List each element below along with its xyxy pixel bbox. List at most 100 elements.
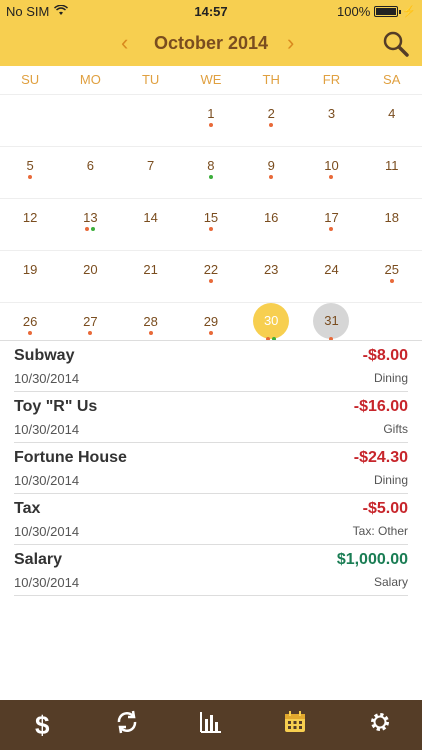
- transaction-amount: -$24.30: [353, 449, 408, 466]
- transaction-name: Salary: [14, 551, 63, 568]
- transaction-name: Subway: [14, 347, 75, 364]
- transaction-row[interactable]: Subway 10/30/2014 -$8.00 Dining: [14, 341, 408, 392]
- transaction-row[interactable]: Fortune House 10/30/2014 -$24.30 Dining: [14, 443, 408, 494]
- transaction-date: 10/30/2014: [14, 524, 80, 539]
- tab-sync[interactable]: [84, 700, 168, 750]
- weekday-label: WE: [200, 72, 222, 87]
- day-indicators: [241, 123, 301, 127]
- transaction-row[interactable]: Salary 10/30/2014 $1,000.00 Salary: [14, 545, 408, 596]
- calendar-header: ‹ October 2014 ›: [0, 22, 422, 66]
- calendar-day[interactable]: 10: [301, 147, 361, 198]
- day-number: 24: [324, 262, 339, 277]
- transaction-date: 10/30/2014: [14, 371, 80, 386]
- day-number: 30: [253, 303, 290, 339]
- day-number: 6: [86, 158, 94, 173]
- expense-dot: [269, 123, 274, 127]
- calendar-icon: [282, 709, 308, 742]
- day-indicators: [0, 175, 60, 179]
- expense-dot: [208, 279, 213, 283]
- day-indicators: [121, 331, 181, 335]
- day-indicators: [0, 331, 60, 335]
- calendar-day[interactable]: 3: [301, 95, 361, 146]
- month-title: October 2014: [153, 33, 269, 53]
- transaction-category: Gifts: [383, 422, 408, 436]
- dollar-icon: $: [34, 709, 50, 740]
- calendar-day[interactable]: 1: [181, 95, 241, 146]
- calendar-day[interactable]: 25: [362, 251, 422, 302]
- calendar-week: 5 6 7 8 9 10 11: [0, 146, 422, 198]
- tab-dollar[interactable]: $: [0, 700, 84, 750]
- expense-dot: [28, 175, 33, 179]
- day-indicators: [301, 175, 361, 179]
- day-number: 31: [313, 303, 350, 339]
- tab-gear[interactable]: [338, 700, 422, 750]
- calendar-day[interactable]: 6: [60, 147, 120, 198]
- transaction-row[interactable]: Tax 10/30/2014 -$5.00 Tax: Other: [14, 494, 408, 545]
- transaction-category: Dining: [373, 371, 408, 385]
- calendar-grid: 1 2 3 4 5 6 7 8 9 10 11 12 13 14 15 16 17 18 19 20 21 22 23 24 2…: [0, 94, 422, 354]
- calendar-day[interactable]: 13: [60, 199, 120, 250]
- calendar-day[interactable]: 16: [241, 199, 301, 250]
- calendar-day[interactable]: 12: [0, 199, 60, 250]
- calendar-day[interactable]: 17: [301, 199, 361, 250]
- search-icon[interactable]: [382, 30, 410, 58]
- expense-dot: [208, 123, 213, 127]
- calendar-day[interactable]: 5: [0, 147, 60, 198]
- sync-icon: [114, 709, 140, 742]
- day-indicators: [181, 123, 241, 127]
- transaction-amount: $1,000.00: [336, 551, 408, 568]
- day-number: 14: [143, 210, 158, 225]
- bar-chart-icon: [198, 709, 224, 742]
- weekday-header: SU MO TU WE TH FR SA: [0, 66, 422, 94]
- calendar-day[interactable]: 8: [181, 147, 241, 198]
- transaction-row[interactable]: Toy "R" Us 10/30/2014 -$16.00 Gifts: [14, 392, 408, 443]
- calendar-day[interactable]: 9: [241, 147, 301, 198]
- calendar-day[interactable]: 2: [241, 95, 301, 146]
- calendar-day[interactable]: 11: [362, 147, 422, 198]
- weekday-label: TH: [262, 72, 280, 87]
- expense-dot: [208, 227, 213, 231]
- tab-calendar[interactable]: [253, 700, 337, 750]
- expense-dot: [208, 331, 213, 335]
- income-dot: [208, 175, 213, 179]
- calendar-day[interactable]: 14: [121, 199, 181, 250]
- calendar-day[interactable]: 24: [301, 251, 361, 302]
- expense-dot: [329, 227, 334, 231]
- expense-dot: [389, 279, 394, 283]
- day-indicators: [60, 331, 120, 335]
- day-indicators: [181, 331, 241, 335]
- day-number: 11: [384, 158, 399, 173]
- transaction-date: 10/30/2014: [14, 422, 80, 437]
- weekday-label: TU: [141, 72, 160, 87]
- transaction-amount: -$8.00: [362, 347, 408, 364]
- calendar-day[interactable]: 20: [60, 251, 120, 302]
- day-number: 12: [22, 210, 38, 225]
- calendar-day[interactable]: 7: [121, 147, 181, 198]
- transaction-name: Toy "R" Us: [14, 398, 98, 415]
- day-number: 7: [147, 158, 155, 173]
- expense-dot: [148, 331, 153, 335]
- calendar-day[interactable]: 21: [121, 251, 181, 302]
- calendar-day[interactable]: 15: [181, 199, 241, 250]
- day-indicators: [181, 227, 241, 231]
- calendar-day[interactable]: 23: [241, 251, 301, 302]
- expense-dot: [269, 175, 274, 179]
- calendar-day: [0, 95, 60, 146]
- calendar-day[interactable]: 19: [0, 251, 60, 302]
- tab-bar-chart[interactable]: [169, 700, 253, 750]
- calendar-day[interactable]: 22: [181, 251, 241, 302]
- calendar-day[interactable]: 4: [362, 95, 422, 146]
- day-indicators: [60, 227, 120, 231]
- next-month-icon[interactable]: ›: [287, 30, 294, 56]
- expense-dot: [85, 227, 90, 231]
- calendar-day[interactable]: 18: [362, 199, 422, 250]
- charging-icon: ⚡: [402, 6, 416, 18]
- weekday-label: SU: [21, 72, 40, 87]
- day-indicators: [181, 279, 241, 283]
- battery-icon: [374, 6, 402, 17]
- calendar-week: 12 3 4: [0, 94, 422, 146]
- calendar-day: [60, 95, 120, 146]
- transaction-name: Tax: [14, 500, 41, 517]
- weekday-label: MO: [79, 72, 101, 87]
- day-number: 3: [327, 106, 336, 121]
